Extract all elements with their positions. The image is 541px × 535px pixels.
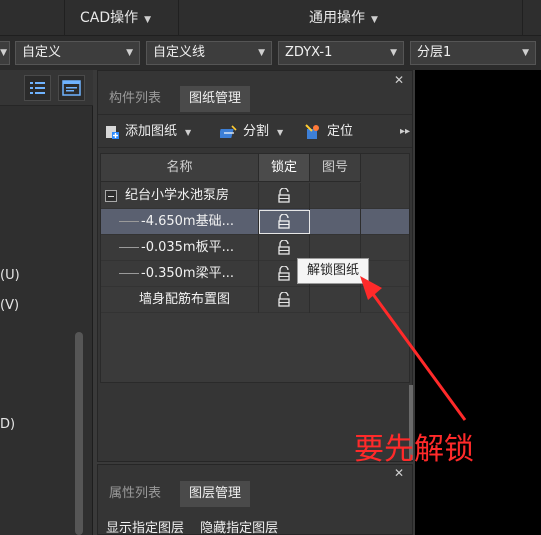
chevron-down-icon: ▼ (0, 48, 7, 58)
table-row[interactable]: -4.650m基础... (101, 209, 409, 235)
general-operations-menu[interactable]: 通用操作 ▼ (309, 0, 378, 36)
left-label-d: D) (0, 417, 16, 432)
list-icon (30, 82, 45, 94)
layer-value: 分层1 (417, 45, 452, 60)
add-drawing-button[interactable]: 添加图纸 ▼ (104, 121, 191, 143)
tab-layer-management[interactable]: 图层管理 (180, 481, 251, 507)
lock-icon (278, 187, 290, 203)
component-subtype-value: 自定义线 (153, 45, 206, 60)
component-name-select[interactable]: ZDYX-1 ▼ (278, 41, 404, 65)
add-drawing-label: 添加图纸 (125, 124, 178, 139)
menu-separator (522, 0, 523, 36)
name-cell: -0.350m梁平... (101, 261, 259, 287)
chevron-down-icon: ▼ (390, 48, 397, 58)
layer-actions: 显示指定图层 隐藏指定图层 (106, 517, 290, 535)
tree-connector (119, 221, 139, 222)
row-name: -4.650m基础... (141, 214, 234, 229)
left-panel-header (0, 70, 93, 106)
cad-operations-label: CAD操作 (80, 10, 139, 26)
lock-cell[interactable] (259, 183, 310, 209)
chevron-down-icon: ▼ (258, 48, 265, 58)
close-icon[interactable]: ✕ (394, 466, 404, 480)
lock-icon (278, 291, 290, 307)
row-name: 纪台小学水池泵房 (125, 188, 230, 203)
general-operations-label: 通用操作 (309, 10, 365, 26)
lock-cell[interactable] (259, 209, 310, 235)
column-header-drawing-number[interactable]: 图号 (310, 154, 361, 182)
split-label: 分割 (243, 124, 270, 139)
lock-cell[interactable] (259, 287, 310, 313)
row-name: 墙身配筋布置图 (139, 292, 231, 307)
column-header-lock[interactable]: 锁定 (259, 154, 310, 182)
close-icon[interactable]: ✕ (394, 73, 404, 87)
tab-property-list[interactable]: 属性列表 (100, 481, 170, 507)
row-name: -0.035m板平... (141, 240, 234, 255)
hide-specified-layer-link[interactable]: 隐藏指定图层 (200, 521, 278, 535)
annotation-text: 要先解锁 (354, 432, 474, 467)
lock-focus-box (259, 210, 310, 234)
drawing-number-cell (310, 209, 361, 235)
top-menu-bar: CAD操作 ▼ 通用操作 ▼ (0, 0, 541, 36)
split-button[interactable]: 分割 ▼ (220, 121, 283, 143)
left-scrollbar[interactable] (75, 332, 83, 535)
name-cell: -4.650m基础... (101, 209, 259, 235)
add-drawing-icon (106, 125, 119, 139)
chevron-down-icon: ▼ (277, 128, 284, 137)
tab-component-list[interactable]: 构件列表 (100, 86, 170, 112)
name-cell: 纪台小学水池泵房 (101, 183, 259, 209)
chevron-down-icon: ▼ (371, 15, 378, 25)
locate-button[interactable]: 定位 (304, 121, 353, 143)
annotation-arrow-icon (360, 276, 467, 421)
show-specified-layer-link[interactable]: 显示指定图层 (106, 521, 184, 535)
component-subtype-select[interactable]: 自定义线 ▼ (146, 41, 272, 65)
lock-icon (278, 239, 290, 255)
layer-select[interactable]: 分层1 ▼ (410, 41, 536, 65)
name-cell: -0.035m板平... (101, 235, 259, 261)
cad-operations-menu[interactable]: CAD操作 ▼ (80, 0, 151, 36)
tree-connector (119, 247, 139, 248)
chevron-down-icon: ▼ (144, 15, 152, 25)
tree-connector (119, 273, 139, 274)
drawing-number-cell (310, 183, 361, 209)
filter-bar: ▼ 自定义 ▼ 自定义线 ▼ ZDYX-1 ▼ 分层1 ▼ (0, 36, 541, 70)
table-row[interactable]: 纪台小学水池泵房 (101, 183, 409, 209)
component-type-value: 自定义 (22, 45, 62, 60)
tab-drawing-management[interactable]: 图纸管理 (180, 86, 251, 112)
locate-label: 定位 (327, 124, 354, 139)
component-type-select[interactable]: 自定义 ▼ (15, 41, 140, 65)
collapse-icon[interactable] (105, 190, 117, 202)
chevron-down-icon: ▼ (126, 48, 133, 58)
locate-icon (305, 123, 319, 139)
toolbar-overflow-icon[interactable]: ▸▸ (400, 121, 410, 143)
drawing-toolbar: 添加图纸 ▼ 分割 ▼ 定位 ▸▸ (98, 114, 412, 148)
row-name: -0.350m梁平... (141, 266, 234, 281)
column-header-name[interactable]: 名称 (101, 154, 259, 182)
chevron-down-icon: ▼ (522, 48, 529, 58)
partial-combo[interactable]: ▼ (0, 41, 10, 65)
layer-management-panel: ✕ 属性列表 图层管理 显示指定图层 隐藏指定图层 (97, 464, 413, 535)
left-label-u: (U) (0, 268, 20, 283)
menu-separator (64, 0, 65, 36)
window-icon (62, 80, 81, 96)
chevron-down-icon: ▼ (185, 128, 192, 137)
menu-separator (178, 0, 179, 36)
list-view-button[interactable] (24, 75, 51, 101)
panel-view-button[interactable] (58, 75, 85, 101)
left-label-v: (V) (0, 298, 20, 313)
component-name-value: ZDYX-1 (285, 45, 333, 60)
name-cell: 墙身配筋布置图 (101, 287, 259, 313)
split-icon (220, 124, 237, 138)
left-panel: (U) (V) D) (0, 70, 93, 535)
lock-icon (278, 265, 290, 281)
